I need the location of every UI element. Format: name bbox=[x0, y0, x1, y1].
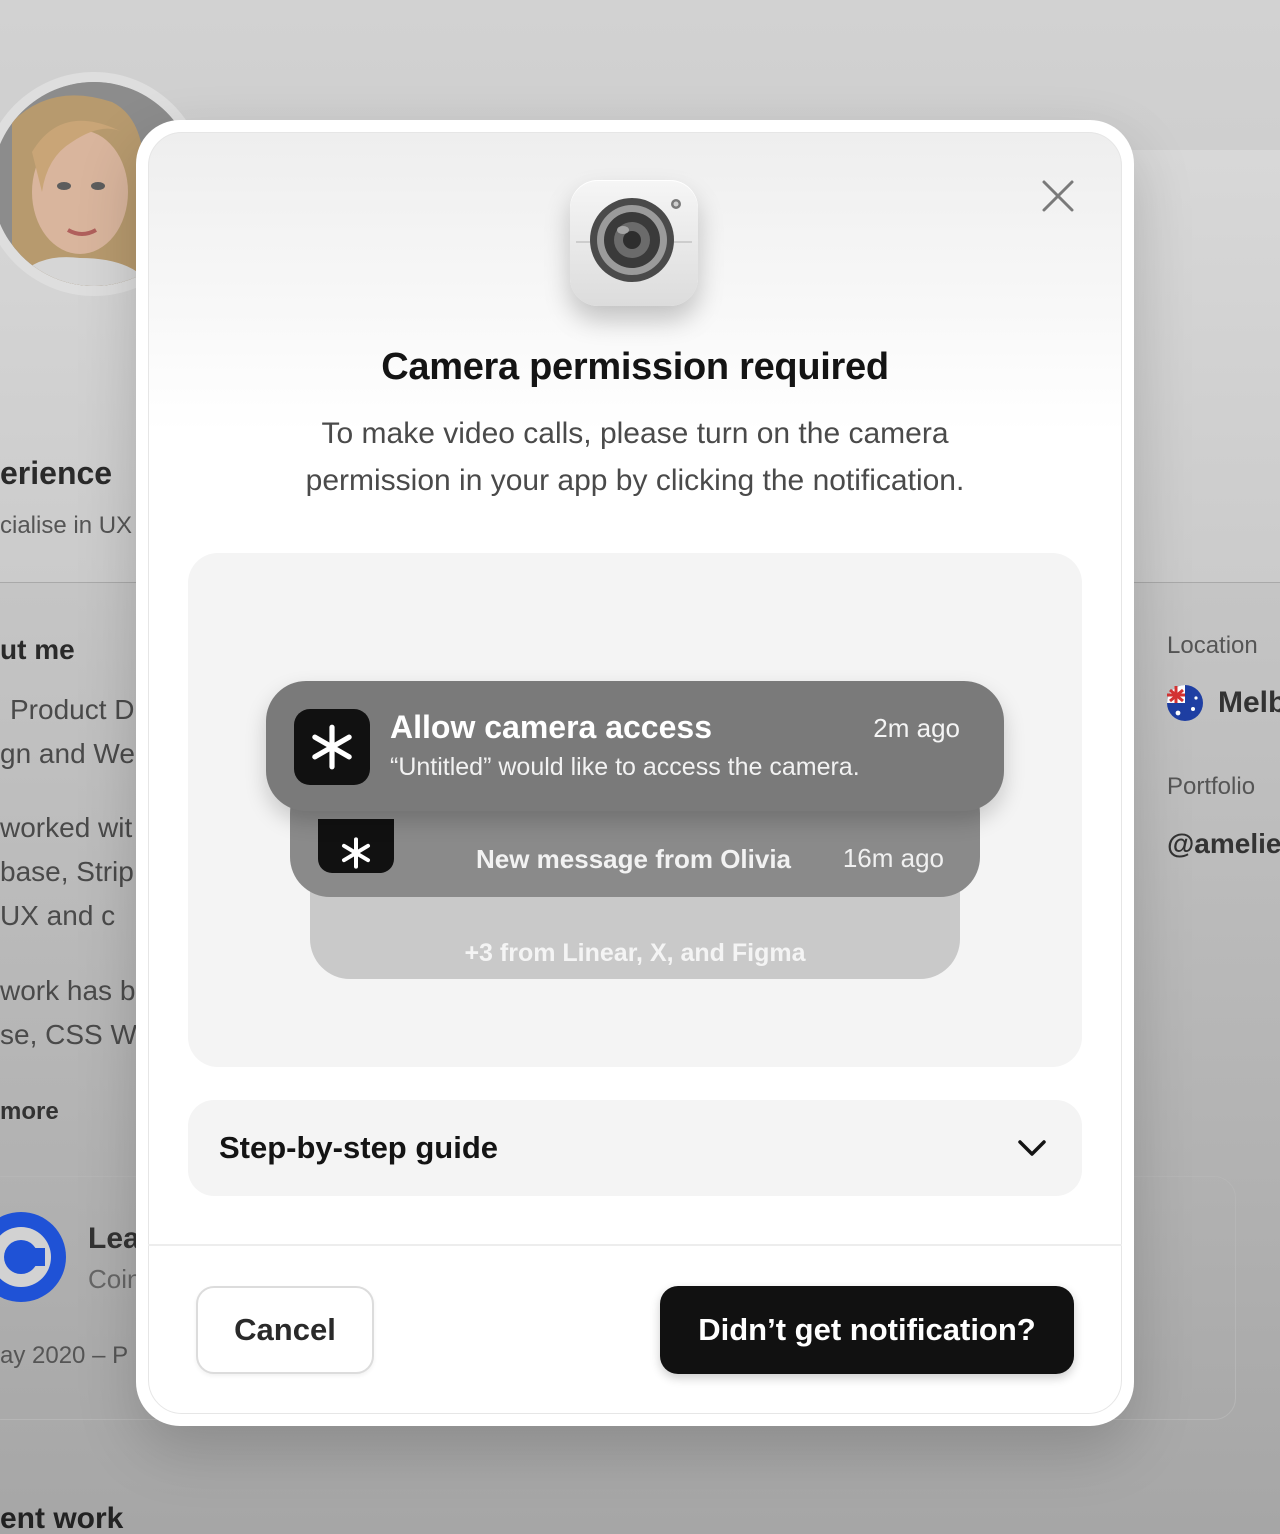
experience-heading: erience bbox=[0, 455, 113, 491]
notification-body: “Untitled” would like to access the came… bbox=[390, 753, 860, 781]
about-line: base, Strip bbox=[0, 856, 134, 887]
didnt-get-notification-button[interactable]: Didn’t get notification? bbox=[660, 1286, 1074, 1374]
location-value: Melb bbox=[1218, 686, 1280, 719]
footer-divider bbox=[148, 1244, 1122, 1246]
modal-description: To make video calls, please turn on the … bbox=[305, 417, 965, 497]
step-by-step-guide-accordion[interactable]: Step-by-step guide bbox=[188, 1100, 1082, 1196]
cancel-button[interactable]: Cancel bbox=[196, 1286, 374, 1374]
close-icon bbox=[1042, 180, 1074, 212]
read-more-link[interactable]: more bbox=[0, 1098, 59, 1126]
about-line: gn and We bbox=[0, 738, 135, 769]
modal-title: Camera permission required bbox=[381, 346, 889, 388]
coinbase-logo-icon bbox=[0, 1212, 66, 1302]
about-line: UX and c bbox=[0, 900, 116, 931]
about-line: se, CSS W bbox=[0, 1019, 137, 1050]
camera-permission-modal: Camera permission required To make video… bbox=[136, 120, 1134, 1426]
about-line: work has b bbox=[0, 975, 136, 1006]
job-dates: ay 2020 – P bbox=[0, 1342, 129, 1369]
australia-flag-icon bbox=[1167, 685, 1203, 721]
location-label: Location bbox=[1167, 632, 1258, 659]
notification-card-camera-access[interactable]: Allow camera access “Untitled” would lik… bbox=[266, 681, 1004, 811]
notification-time: 16m ago bbox=[842, 843, 944, 873]
notification-title: Allow camera access bbox=[390, 709, 712, 745]
job-company: Coin bbox=[88, 1264, 142, 1294]
asterisk-icon bbox=[342, 837, 370, 869]
asterisk-app-icon bbox=[318, 819, 394, 873]
portfolio-link[interactable]: @amelie bbox=[1167, 828, 1280, 860]
about-heading: ut me bbox=[0, 634, 75, 665]
about-line: worked wit bbox=[0, 812, 133, 843]
portfolio-label: Portfolio bbox=[1167, 773, 1256, 800]
guide-label: Step-by-step guide bbox=[219, 1130, 499, 1165]
notification-title: New message from Olivia bbox=[476, 844, 792, 874]
camera-lens-graphic bbox=[576, 198, 692, 282]
notification-summary-text: +3 from Linear, X, and Figma bbox=[464, 939, 806, 967]
experience-subtitle: cialise in UX bbox=[0, 512, 133, 539]
chevron-down-icon bbox=[1018, 1140, 1046, 1156]
about-line: Product D bbox=[10, 694, 135, 725]
recent-work-heading: ent work bbox=[0, 1502, 124, 1534]
notification-time: 2m ago bbox=[873, 713, 960, 743]
notification-preview-panel: +3 from Linear, X, and Figma New message… bbox=[188, 553, 1082, 1067]
camera-icon bbox=[570, 180, 698, 306]
job-title: Lea bbox=[88, 1222, 140, 1255]
close-button[interactable] bbox=[1036, 174, 1080, 218]
asterisk-icon bbox=[312, 724, 352, 770]
asterisk-app-icon bbox=[294, 709, 370, 785]
